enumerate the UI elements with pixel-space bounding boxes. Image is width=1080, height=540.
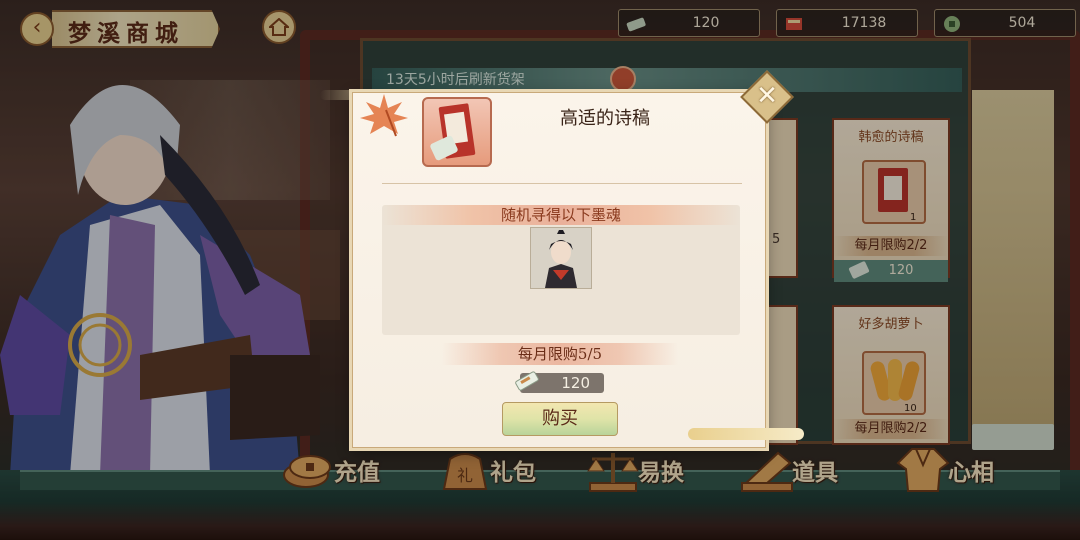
token-icon [515,371,539,391]
close-icon[interactable]: ✕ [751,80,783,112]
popup-title: 高适的诗稿 [560,108,650,129]
purchase-limit: 每月限购5/5 [442,343,678,365]
buy-button[interactable]: 购买 [502,402,618,436]
popup-divider [382,183,742,184]
character-portrait[interactable] [530,227,592,289]
poem-manuscript-icon [422,97,492,167]
character-avatar-icon [531,228,591,288]
popup-rail [688,428,804,440]
reward-section-header: 随机寻得以下墨魂 [382,205,740,225]
maple-leaf-decoration [360,94,408,137]
